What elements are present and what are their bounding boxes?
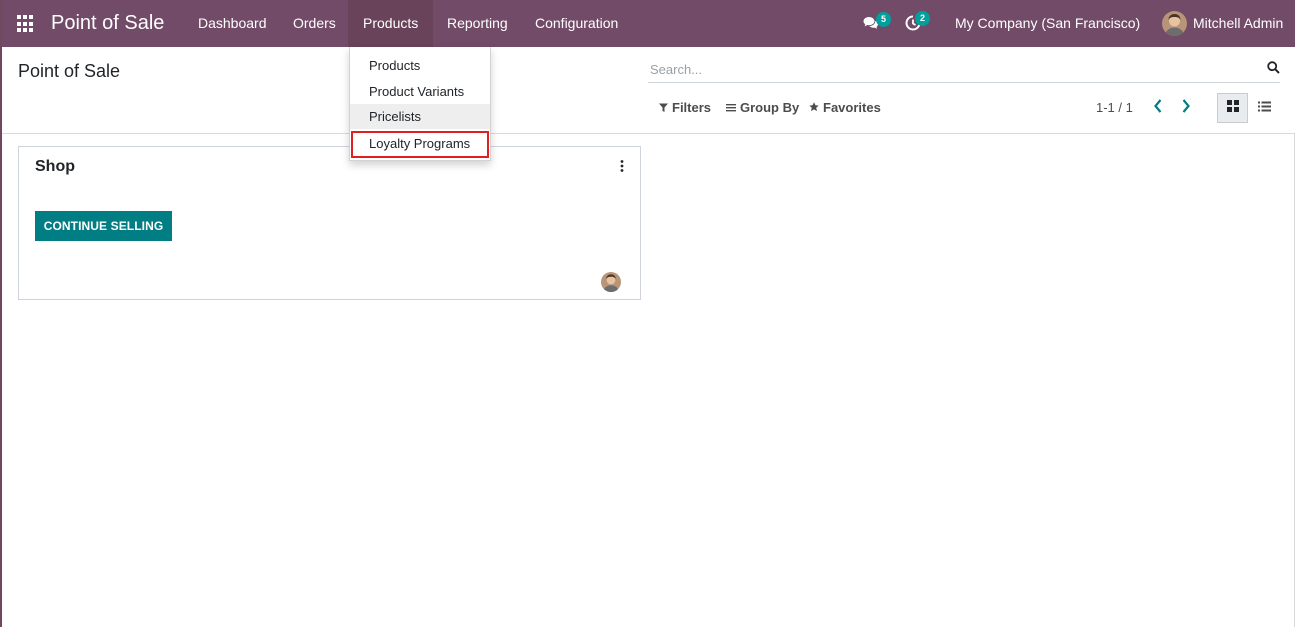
products-dropdown-menu: Products Product Variants Pricelists Loy… [349, 47, 491, 161]
apps-menu-icon[interactable] [17, 15, 35, 33]
filters-button[interactable]: Filters [659, 100, 711, 115]
responsible-user-avatar [601, 272, 621, 292]
dropdown-item-product-variants[interactable]: Product Variants [350, 79, 490, 104]
search-input[interactable] [650, 59, 1250, 79]
page-title: Point of Sale [18, 61, 121, 81]
filters-label: Filters [672, 100, 712, 115]
dropdown-item-products[interactable]: Products [350, 53, 490, 78]
pos-card-title: Shop [35, 158, 75, 175]
search-bar [648, 58, 1280, 83]
top-navbar: Point of Sale Dashboard Orders Products … [2, 0, 1295, 47]
company-switcher[interactable]: My Company (San Francisco) [955, 0, 1140, 47]
list-icon [1258, 99, 1271, 117]
menu-reporting[interactable]: Reporting [432, 0, 523, 47]
group-by-button[interactable]: Group By [726, 100, 799, 115]
dropdown-item-pricelists[interactable]: Pricelists [350, 104, 490, 129]
group-by-label: Group By [740, 100, 800, 115]
activities-badge: 2 [915, 11, 930, 26]
star-icon [809, 100, 819, 115]
menu-configuration[interactable]: Configuration [520, 0, 633, 47]
menu-products[interactable]: Products [348, 0, 434, 47]
bars-icon [726, 100, 736, 115]
app-brand[interactable]: Point of Sale [51, 11, 164, 35]
favorites-label: Favorites [823, 100, 881, 115]
user-avatar[interactable] [1162, 11, 1187, 36]
pos-kanban-card: Shop CONTINUE SELLING [18, 146, 641, 300]
favorites-button[interactable]: Favorites [809, 100, 881, 115]
messages-badge: 5 [876, 12, 891, 27]
user-name[interactable]: Mitchell Admin [1193, 0, 1283, 47]
dropdown-item-loyalty-programs[interactable]: Loyalty Programs [351, 131, 489, 158]
filter-icon [659, 100, 668, 115]
kanban-view-button[interactable] [1217, 93, 1248, 123]
continue-selling-button[interactable]: CONTINUE SELLING [35, 211, 172, 241]
control-panel: Point of Sale Filters Group By [2, 47, 1295, 134]
kebab-menu-icon[interactable] [620, 159, 624, 177]
pager-previous-icon[interactable] [1153, 98, 1163, 119]
pager-value[interactable]: 1-1 / 1 [1096, 100, 1133, 115]
search-icon[interactable] [1267, 61, 1280, 79]
list-view-button[interactable] [1249, 93, 1280, 123]
menu-dashboard[interactable]: Dashboard [183, 0, 282, 47]
pager-next-icon[interactable] [1181, 98, 1191, 119]
menu-orders[interactable]: Orders [278, 0, 351, 47]
kanban-grid-icon [1226, 99, 1239, 117]
